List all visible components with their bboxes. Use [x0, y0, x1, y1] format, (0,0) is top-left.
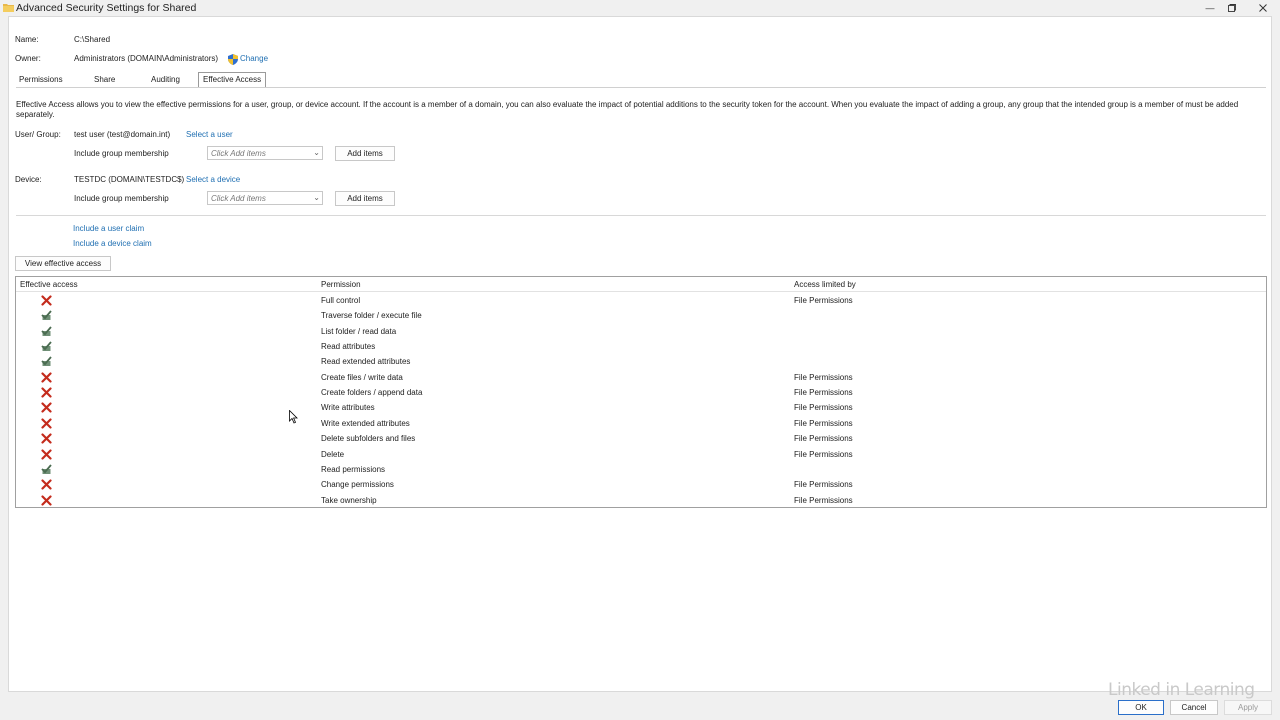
deny-x-icon	[41, 295, 52, 306]
folder-icon	[3, 4, 14, 12]
title-bar: Advanced Security Settings for Shared —	[0, 0, 1280, 16]
window-title: Advanced Security Settings for Shared	[16, 2, 197, 14]
permission-name: Take ownership	[321, 495, 377, 505]
user-add-items-button[interactable]: Add items	[335, 146, 395, 161]
tab-share[interactable]: Share	[90, 73, 119, 87]
include-user-claim-link[interactable]: Include a user claim	[73, 224, 144, 233]
select-user-link[interactable]: Select a user	[186, 130, 233, 139]
permission-name: Read extended attributes	[321, 357, 411, 367]
mouse-cursor-icon	[289, 410, 298, 424]
permission-name: Change permissions	[321, 480, 394, 490]
allow-check-icon	[41, 356, 52, 367]
table-row[interactable]: Take ownership File Permissions	[16, 493, 1266, 508]
deny-x-icon	[41, 372, 52, 383]
owner-change-link[interactable]: Change	[240, 54, 268, 63]
apply-button[interactable]: Apply	[1224, 700, 1272, 715]
tab-permissions[interactable]: Permissions	[15, 73, 67, 87]
permission-name: Full control	[321, 296, 361, 305]
dialog-body: Name: C:\Shared Owner: Administrators (D…	[8, 16, 1272, 692]
user-group-value: test user (test@domain.int)	[74, 130, 171, 139]
effective-access-description: Effective Access allows you to view the …	[16, 100, 1239, 119]
tab-auditing[interactable]: Auditing	[147, 73, 184, 87]
deny-x-icon	[41, 433, 52, 444]
device-label: Device:	[15, 175, 42, 184]
table-row[interactable]: Write extended attributes File Permission…	[16, 416, 1266, 431]
allow-check-icon	[41, 310, 52, 321]
permission-name: List folder / read data	[321, 326, 397, 336]
allow-check-icon	[41, 326, 52, 336]
access-limited-by: File Permissions	[794, 388, 853, 398]
ok-button[interactable]: OK	[1118, 700, 1164, 715]
permission-name: Read attributes	[321, 342, 376, 352]
user-membership-label: Include group membership	[74, 149, 169, 158]
permission-name: Create files / write data	[321, 372, 403, 382]
permission-name: Create folders / append data	[321, 388, 423, 398]
access-limited-by: File Permissions	[794, 372, 853, 382]
table-row[interactable]: Create files / write data File Permission…	[16, 370, 1266, 385]
user-group-membership-combo[interactable]: Click Add items ⌄	[207, 146, 323, 160]
access-limited-by: File Permissions	[794, 418, 853, 428]
column-header-effective-access[interactable]: Effective access	[20, 280, 78, 289]
device-add-items-button[interactable]: Add items	[335, 191, 395, 206]
access-limited-by: File Permissions	[794, 434, 853, 444]
table-row[interactable]: Read attributes	[16, 339, 1266, 354]
table-row[interactable]: Read permissions	[16, 462, 1266, 477]
permission-name: Write attributes	[321, 403, 375, 413]
deny-x-icon	[41, 479, 52, 490]
grid-header: Effective access Permission Access limit…	[16, 277, 1266, 292]
column-header-permission[interactable]: Permission	[321, 280, 361, 289]
tab-divider	[16, 87, 1266, 88]
select-device-link[interactable]: Select a device	[186, 175, 240, 184]
permission-name: Delete subfolders and files	[321, 434, 416, 444]
device-value: TESTDC (DOMAIN\TESTDC$)	[74, 175, 185, 184]
table-row[interactable]: Delete File Permissions	[16, 447, 1266, 462]
chevron-down-icon: ⌄	[313, 148, 320, 157]
uac-shield-icon	[228, 54, 238, 65]
permission-name: Delete	[321, 449, 345, 459]
access-limited-by: File Permissions	[794, 296, 853, 305]
deny-x-icon	[41, 448, 52, 460]
deny-x-icon	[41, 418, 52, 429]
table-row[interactable]: List folder / read data	[16, 324, 1266, 339]
cancel-button[interactable]: Cancel	[1170, 700, 1218, 715]
user-combo-placeholder: Click Add items	[211, 149, 266, 158]
owner-value: Administrators (DOMAIN\Administrators)	[74, 54, 219, 63]
access-limited-by: File Permissions	[794, 495, 853, 505]
device-membership-label: Include group membership	[74, 194, 169, 203]
close-icon[interactable]	[1249, 0, 1277, 16]
permission-name: Write extended attributes	[321, 418, 410, 428]
owner-label: Owner:	[15, 54, 41, 63]
chevron-down-icon: ⌄	[313, 193, 320, 202]
table-row[interactable]: Read extended attributes	[16, 354, 1266, 369]
permission-name: Read permissions	[321, 464, 386, 474]
device-combo-placeholder: Click Add items	[211, 194, 266, 203]
effective-access-grid: Effective access Permission Access limit…	[15, 276, 1267, 508]
table-row[interactable]: Change permissions File Permissions	[16, 477, 1266, 492]
user-group-label: User/ Group:	[15, 130, 61, 139]
table-row[interactable]: Write attributes File Permissions	[16, 400, 1266, 415]
access-limited-by: File Permissions	[794, 449, 853, 459]
include-device-claim-link[interactable]: Include a device claim	[73, 239, 152, 248]
name-value: C:\Shared	[74, 35, 111, 44]
name-label: Name:	[15, 35, 39, 44]
access-limited-by: File Permissions	[794, 403, 853, 413]
tab-effective-access[interactable]: Effective Access	[198, 72, 267, 87]
table-row[interactable]: Full control File Permissions	[16, 293, 1266, 308]
section-divider	[16, 215, 1266, 216]
allow-check-icon	[41, 341, 52, 352]
table-row[interactable]: Delete subfolders and files File Permissi…	[16, 431, 1266, 446]
deny-x-icon	[41, 387, 52, 398]
deny-x-icon	[41, 494, 52, 506]
table-row[interactable]: Traverse folder / execute file	[16, 308, 1266, 323]
deny-x-icon	[41, 402, 52, 414]
column-header-access-limited-by[interactable]: Access limited by	[794, 280, 856, 289]
access-limited-by: File Permissions	[794, 480, 853, 490]
view-effective-access-button[interactable]: View effective access	[15, 256, 111, 271]
device-group-membership-combo[interactable]: Click Add items ⌄	[207, 191, 323, 205]
maximize-icon[interactable]	[1218, 0, 1246, 16]
linkedin-learning-watermark: Linked in Learning	[1108, 680, 1255, 700]
table-row[interactable]: Create folders / append data File Permiss…	[16, 385, 1266, 400]
allow-check-icon	[41, 464, 52, 474]
permission-name: Traverse folder / execute file	[321, 311, 422, 321]
